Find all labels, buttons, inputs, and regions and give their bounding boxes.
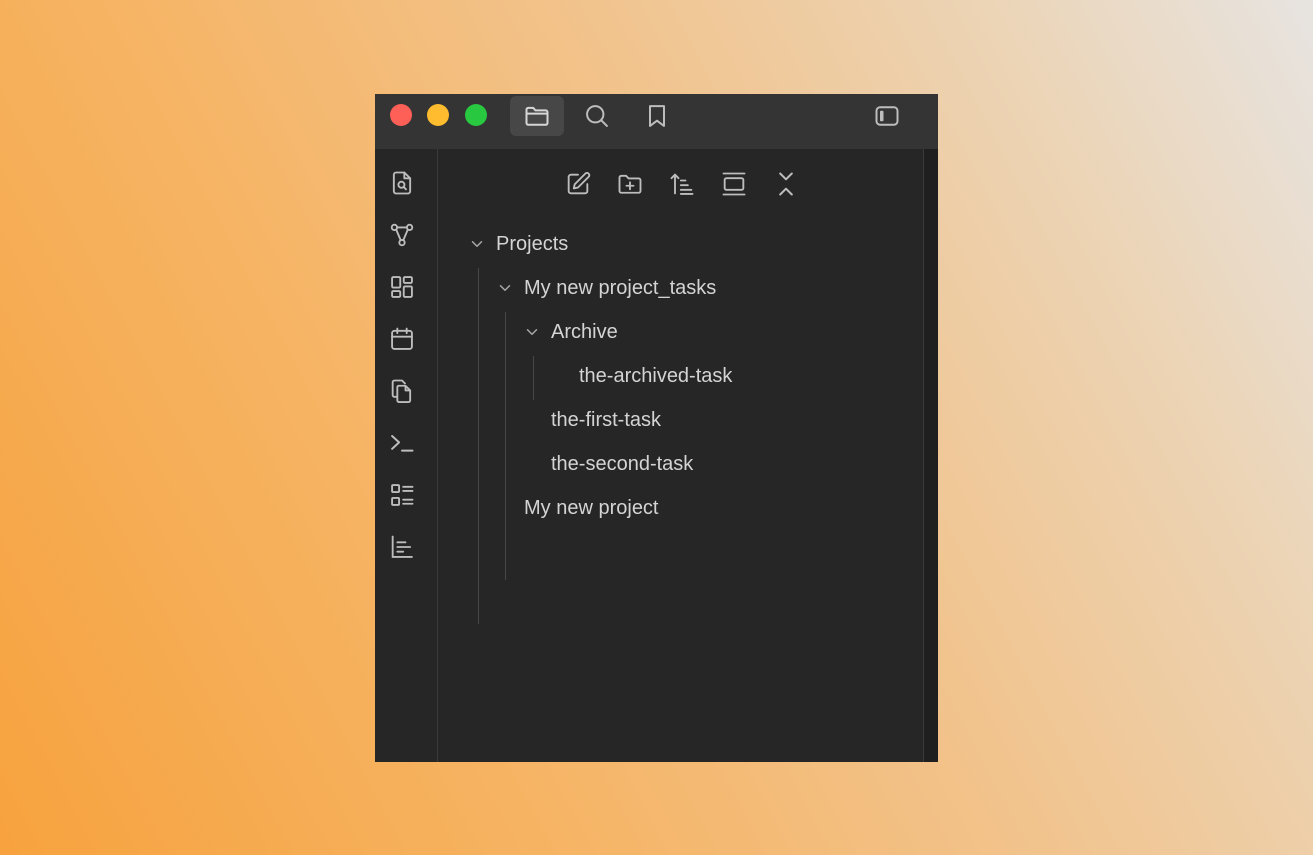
file-the-second-task[interactable]: the-second-task — [551, 450, 693, 478]
chart-icon — [391, 535, 413, 558]
indent-guide — [533, 356, 534, 400]
new-folder-icon — [618, 174, 642, 194]
close-window-button[interactable] — [390, 104, 412, 126]
copy-icon — [391, 379, 412, 404]
tab-files[interactable] — [510, 96, 564, 136]
collapse-all-icon — [779, 172, 793, 196]
tree-item-label: the-second-task — [551, 452, 694, 475]
chevron-down-icon — [499, 285, 511, 291]
graph-icon — [390, 223, 414, 247]
ribbon-graph-view[interactable] — [388, 221, 416, 249]
ribbon-outline[interactable] — [388, 533, 416, 561]
new-folder-button[interactable] — [615, 169, 645, 199]
sidebar-toggle-icon — [875, 106, 899, 126]
sort-icon — [670, 173, 694, 195]
indent-guide — [478, 268, 479, 624]
folder-my-new-project-tasks[interactable]: My new project_tasks — [496, 274, 716, 302]
zoom-window-button[interactable] — [465, 104, 487, 126]
title-bar — [375, 94, 938, 149]
new-note-icon — [567, 172, 591, 195]
ribbon-tasks[interactable] — [388, 481, 416, 509]
ribbon-canvas[interactable] — [388, 273, 416, 301]
file-my-new-project[interactable]: My new project — [524, 494, 659, 522]
ribbon — [375, 149, 438, 762]
auto-reveal-icon — [722, 172, 746, 196]
file-explorer: Projects My new project_tasks Archive th… — [438, 149, 923, 762]
file-search-icon — [392, 171, 412, 195]
sort-button[interactable] — [667, 169, 697, 199]
toggle-sidebar-button[interactable] — [860, 96, 914, 136]
calendar-icon — [391, 327, 413, 350]
tree-item-label: Projects — [496, 232, 569, 255]
tree-item-label: My new project_tasks — [524, 276, 717, 299]
tree-item-label: the-archived-task — [579, 364, 733, 387]
tab-bookmarks[interactable] — [630, 96, 684, 136]
file-the-first-task[interactable]: the-first-task — [551, 406, 661, 434]
tree-item-label: Archive — [551, 320, 618, 343]
ribbon-templates[interactable] — [388, 377, 416, 405]
auto-reveal-button[interactable] — [719, 169, 749, 199]
new-note-button[interactable] — [563, 169, 593, 199]
layout-grid-icon — [391, 276, 413, 298]
chevron-down-icon — [471, 241, 483, 247]
collapse-all-button[interactable] — [771, 169, 801, 199]
chevron-down-icon — [526, 329, 538, 335]
ribbon-quick-switcher[interactable] — [388, 169, 416, 197]
terminal-icon — [391, 435, 414, 452]
bookmark-icon — [649, 105, 665, 127]
folder-projects[interactable]: Projects — [468, 230, 568, 258]
ribbon-daily-note[interactable] — [388, 325, 416, 353]
file-the-archived-task[interactable]: the-archived-task — [579, 362, 732, 390]
folder-icon — [525, 106, 549, 126]
folder-archive[interactable]: Archive — [523, 318, 618, 346]
tab-search[interactable] — [570, 96, 624, 136]
tree-item-label: the-first-task — [551, 408, 662, 431]
indent-guide — [505, 312, 506, 580]
app-window: Projects My new project_tasks Archive th… — [375, 94, 938, 762]
pane-divider[interactable] — [923, 149, 938, 762]
tree-item-label: My new project — [524, 496, 659, 519]
checklist-icon — [391, 484, 414, 506]
minimize-window-button[interactable] — [427, 104, 449, 126]
search-icon — [586, 105, 608, 127]
ribbon-command-palette[interactable] — [388, 429, 416, 457]
